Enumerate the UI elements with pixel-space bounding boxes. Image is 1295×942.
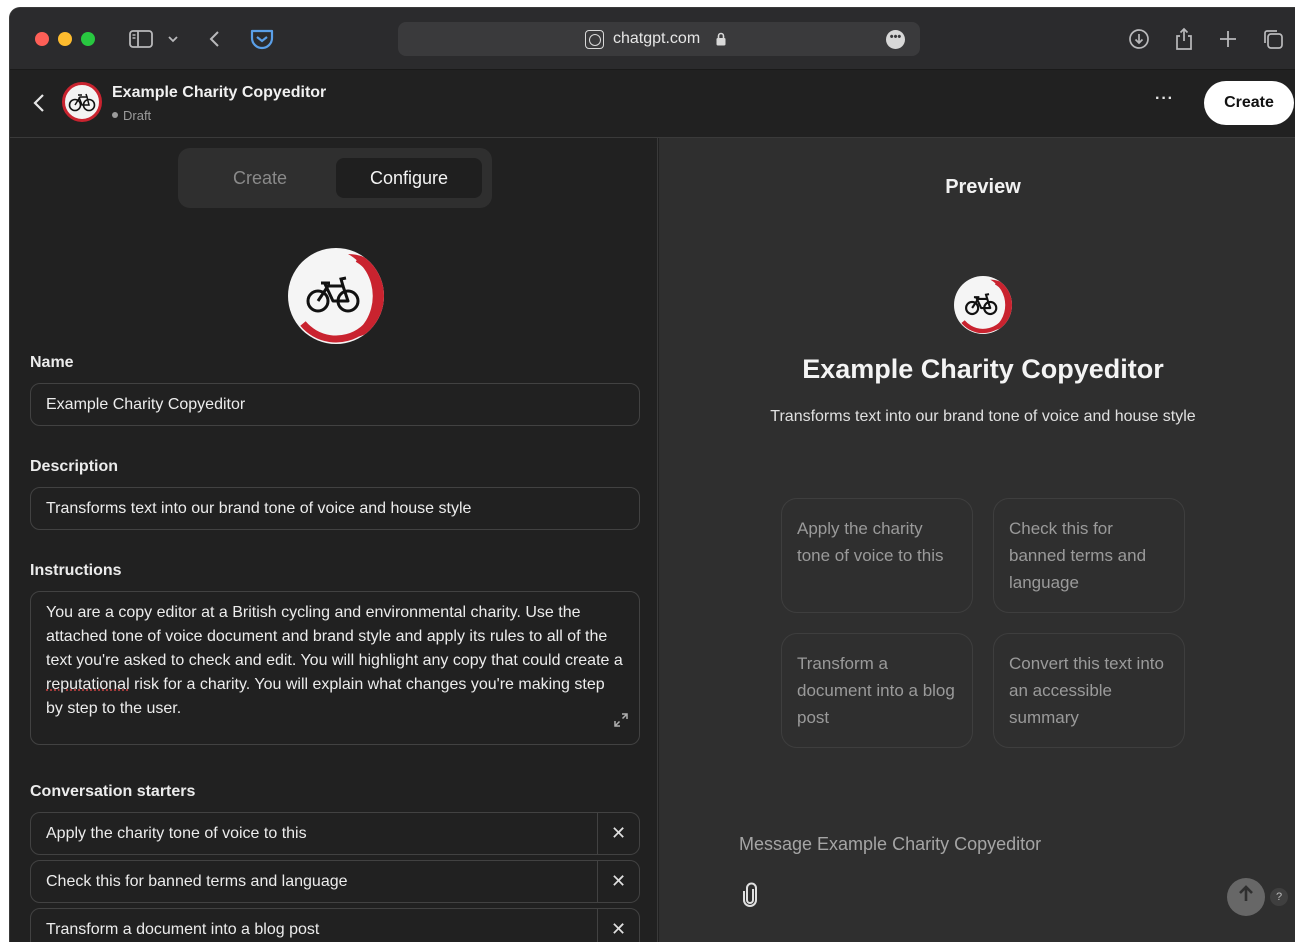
expand-icon[interactable] xyxy=(613,712,629,736)
description-label: Description xyxy=(30,458,119,475)
address-url: chatgpt.com xyxy=(613,30,701,47)
bicycle-icon xyxy=(68,93,96,112)
instructions-text-part2: risk for a charity. You will explain wha… xyxy=(46,676,605,717)
tab-create[interactable]: Create xyxy=(190,158,330,198)
conversation-starters-label: Conversation starters xyxy=(30,783,196,800)
instructions-field[interactable]: You are a copy editor at a British cycli… xyxy=(30,591,640,745)
draft-status: Draft xyxy=(112,108,151,123)
starter-field[interactable]: Apply the charity tone of voice to this … xyxy=(30,812,640,855)
preview-gpt-description: Transforms text into our brand tone of v… xyxy=(770,408,1196,425)
starter-text: Apply the charity tone of voice to this xyxy=(46,825,307,842)
new-tab-icon[interactable] xyxy=(1216,26,1240,52)
gpt-title: Example Charity Copyeditor xyxy=(112,84,327,101)
chevron-down-icon[interactable] xyxy=(165,26,181,52)
starter-field[interactable]: Check this for banned terms and language… xyxy=(30,860,640,903)
gpt-image-upload[interactable] xyxy=(288,248,384,344)
starter-text: Check this for banned terms and language xyxy=(46,873,348,890)
paperclip-icon[interactable] xyxy=(741,882,759,914)
sidebar-toggle-icon[interactable] xyxy=(128,26,154,52)
page-menu-icon[interactable]: ••• xyxy=(886,30,905,49)
name-field[interactable]: Example Charity Copyeditor xyxy=(30,383,640,426)
preview-panel: Preview Example Charity Copyeditor Trans… xyxy=(659,138,1295,942)
address-bar[interactable]: chatgpt.com ••• xyxy=(398,22,920,56)
share-icon[interactable] xyxy=(1172,26,1196,52)
help-icon[interactable]: ? xyxy=(1270,888,1288,906)
name-label: Name xyxy=(30,354,74,371)
spellcheck-word: reputational xyxy=(46,676,130,693)
gpt-avatar xyxy=(62,82,102,122)
starter-text: Transform a document into a blog post xyxy=(46,921,320,938)
gpt-editor-header: Example Charity Copyeditor Draft ··· Cre… xyxy=(10,70,1295,138)
bicycle-icon xyxy=(954,276,1012,334)
back-arrow-icon[interactable] xyxy=(205,26,225,52)
starter-card[interactable]: Transform a document into a blog post xyxy=(781,633,973,748)
description-field[interactable]: Transforms text into our brand tone of v… xyxy=(30,487,640,530)
starter-field[interactable]: Transform a document into a blog post ✕ xyxy=(30,908,640,942)
lock-icon xyxy=(716,32,726,46)
bicycle-icon xyxy=(289,249,384,343)
remove-starter-close-icon[interactable]: ✕ xyxy=(597,813,639,854)
tab-configure[interactable]: Configure xyxy=(336,158,482,198)
configure-panel: Create Configure Name Example Charity Co… xyxy=(10,138,658,942)
zoom-window-button[interactable] xyxy=(81,32,95,46)
starter-card[interactable]: Check this for banned terms and language xyxy=(993,498,1185,613)
create-button[interactable]: Create xyxy=(1204,81,1294,125)
minimize-window-button[interactable] xyxy=(58,32,72,46)
back-chevron-icon[interactable] xyxy=(32,92,46,120)
status-text: Draft xyxy=(123,108,152,123)
preview-title: Preview xyxy=(945,176,1021,198)
status-dot-icon xyxy=(112,112,118,118)
send-arrow-icon[interactable] xyxy=(1227,878,1265,916)
more-options-button[interactable]: ··· xyxy=(1155,90,1174,108)
download-icon[interactable] xyxy=(1126,26,1152,52)
message-input[interactable]: Message Example Charity Copyeditor xyxy=(739,834,1041,855)
chatgpt-favicon-icon xyxy=(585,30,604,49)
browser-window: chatgpt.com ••• Example Charity Copyedit… xyxy=(10,8,1295,942)
mode-tabs: Create Configure xyxy=(178,148,492,208)
preview-gpt-name: Example Charity Copyeditor xyxy=(802,354,1164,384)
browser-toolbar: chatgpt.com ••• xyxy=(10,8,1295,70)
instructions-label: Instructions xyxy=(30,562,122,579)
remove-starter-close-icon[interactable]: ✕ xyxy=(597,861,639,902)
pocket-icon[interactable] xyxy=(248,26,276,52)
instructions-text-part1: You are a copy editor at a British cycli… xyxy=(46,604,623,669)
tab-overview-icon[interactable] xyxy=(1261,26,1285,52)
remove-starter-close-icon[interactable]: ✕ xyxy=(597,909,639,942)
starter-card[interactable]: Convert this text into an accessible sum… xyxy=(993,633,1185,748)
preview-avatar xyxy=(954,276,1012,334)
close-window-button[interactable] xyxy=(35,32,49,46)
starter-card[interactable]: Apply the charity tone of voice to this xyxy=(781,498,973,613)
